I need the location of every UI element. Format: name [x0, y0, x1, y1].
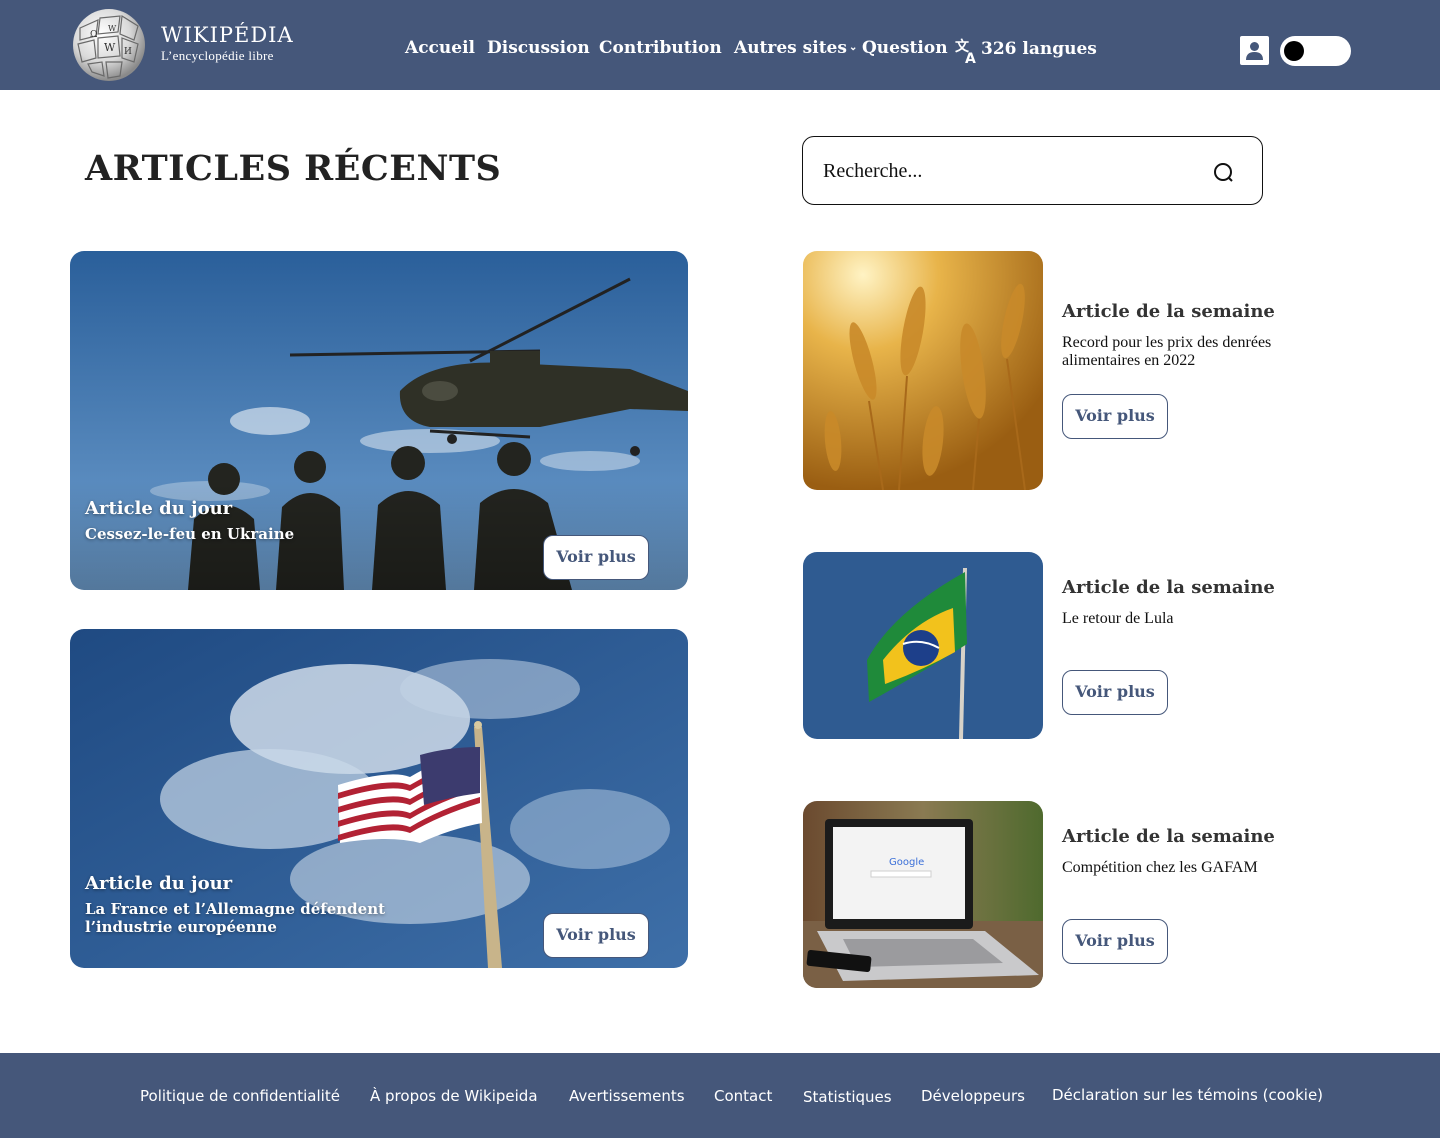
brazil-flag-photo [803, 552, 1043, 739]
weekly-card-2-title: Le retour de Lula [1062, 610, 1174, 627]
brand-title: WIKIPÉDIA [161, 23, 294, 47]
nav-autres-sites[interactable]: Autres sites ⌄ [734, 38, 857, 66]
voir-plus-button[interactable]: Voir plus [543, 913, 649, 958]
search-box [802, 136, 1263, 205]
brand[interactable]: WIKIPÉDIA L’encyclopédie libre [161, 22, 294, 64]
laptop-photo: Google [803, 801, 1043, 988]
theme-toggle[interactable] [1280, 36, 1351, 66]
brazil-flag-image[interactable] [803, 552, 1043, 739]
svg-text:A: A [965, 51, 976, 64]
site-header: Ω W W И WIKIPÉDIA L’encyclopédie libre A… [0, 0, 1440, 90]
search-input[interactable] [823, 155, 1203, 187]
user-avatar-icon [1242, 38, 1267, 63]
nav-question[interactable]: Question [862, 38, 948, 66]
footer-link-stats[interactable]: Statistiques [803, 1088, 892, 1106]
laptop-image[interactable]: Google [803, 801, 1043, 988]
voir-plus-button[interactable]: Voir plus [1062, 919, 1168, 964]
footer-link-developers[interactable]: Développeurs [921, 1087, 1025, 1105]
voir-plus-button[interactable]: Voir plus [1062, 394, 1168, 439]
weekly-card-3-title: Compétition chez les GAFAM [1062, 859, 1258, 876]
toggle-knob [1284, 41, 1304, 61]
wheat-image[interactable] [803, 251, 1043, 490]
footer-link-contact[interactable]: Contact [714, 1087, 772, 1105]
svg-text:Ω: Ω [90, 30, 97, 40]
user-icon[interactable] [1240, 36, 1269, 65]
svg-text:И: И [124, 47, 132, 57]
footer-link-warnings[interactable]: Avertissements [569, 1087, 685, 1105]
translate-icon[interactable]: 文 A [955, 38, 979, 64]
footer-link-privacy[interactable]: Politique de confidentialité [140, 1087, 340, 1105]
footer-link-about[interactable]: À propos de Wikipeida [370, 1087, 538, 1105]
page-title: ARTICLES RÉCENTS [85, 148, 502, 189]
languages-link[interactable]: 326 langues [981, 39, 1097, 59]
chevron-down-icon: ⌄ [848, 42, 858, 53]
featured-card-2-title: La France et l’Allemagne défendent l’ind… [85, 900, 386, 936]
search-icon[interactable] [1212, 161, 1236, 185]
nav-contribution[interactable]: Contribution [599, 38, 722, 66]
nav-autres-sites-label: Autres sites [734, 38, 847, 58]
footer-link-cookies[interactable]: Déclaration sur les témoins (cookie) [1052, 1086, 1323, 1104]
weekly-card-1-kicker: Article de la semaine [1062, 301, 1275, 322]
weekly-card-2-kicker: Article de la semaine [1062, 577, 1275, 598]
wheat-field-image [803, 251, 1043, 490]
svg-text:Google: Google [889, 857, 924, 868]
featured-card-1[interactable]: Article du jour Cessez-le-feu en Ukraine… [70, 251, 688, 590]
featured-card-2[interactable]: Article du jour La France et l’Allemagne… [70, 629, 688, 968]
featured-card-1-text: Article du jour Cessez-le-feu en Ukraine [85, 497, 294, 543]
svg-text:W: W [104, 41, 116, 54]
weekly-card-1-title: Record pour les prix des denrées aliment… [1062, 334, 1272, 369]
featured-card-1-kicker: Article du jour [85, 498, 233, 519]
featured-card-2-text: Article du jour La France et l’Allemagne… [85, 872, 395, 936]
voir-plus-button[interactable]: Voir plus [1062, 670, 1168, 715]
weekly-card-3-kicker: Article de la semaine [1062, 826, 1275, 847]
featured-card-2-kicker: Article du jour [85, 873, 233, 894]
nav-discussion[interactable]: Discussion [487, 38, 590, 66]
brand-subtitle: L’encyclopédie libre [161, 48, 274, 63]
nav-accueil[interactable]: Accueil [405, 38, 475, 66]
voir-plus-button[interactable]: Voir plus [543, 535, 649, 580]
featured-card-1-title: Cessez-le-feu en Ukraine [85, 525, 295, 543]
svg-text:W: W [108, 24, 117, 33]
wikipedia-globe-logo[interactable]: Ω W W И [68, 6, 150, 82]
